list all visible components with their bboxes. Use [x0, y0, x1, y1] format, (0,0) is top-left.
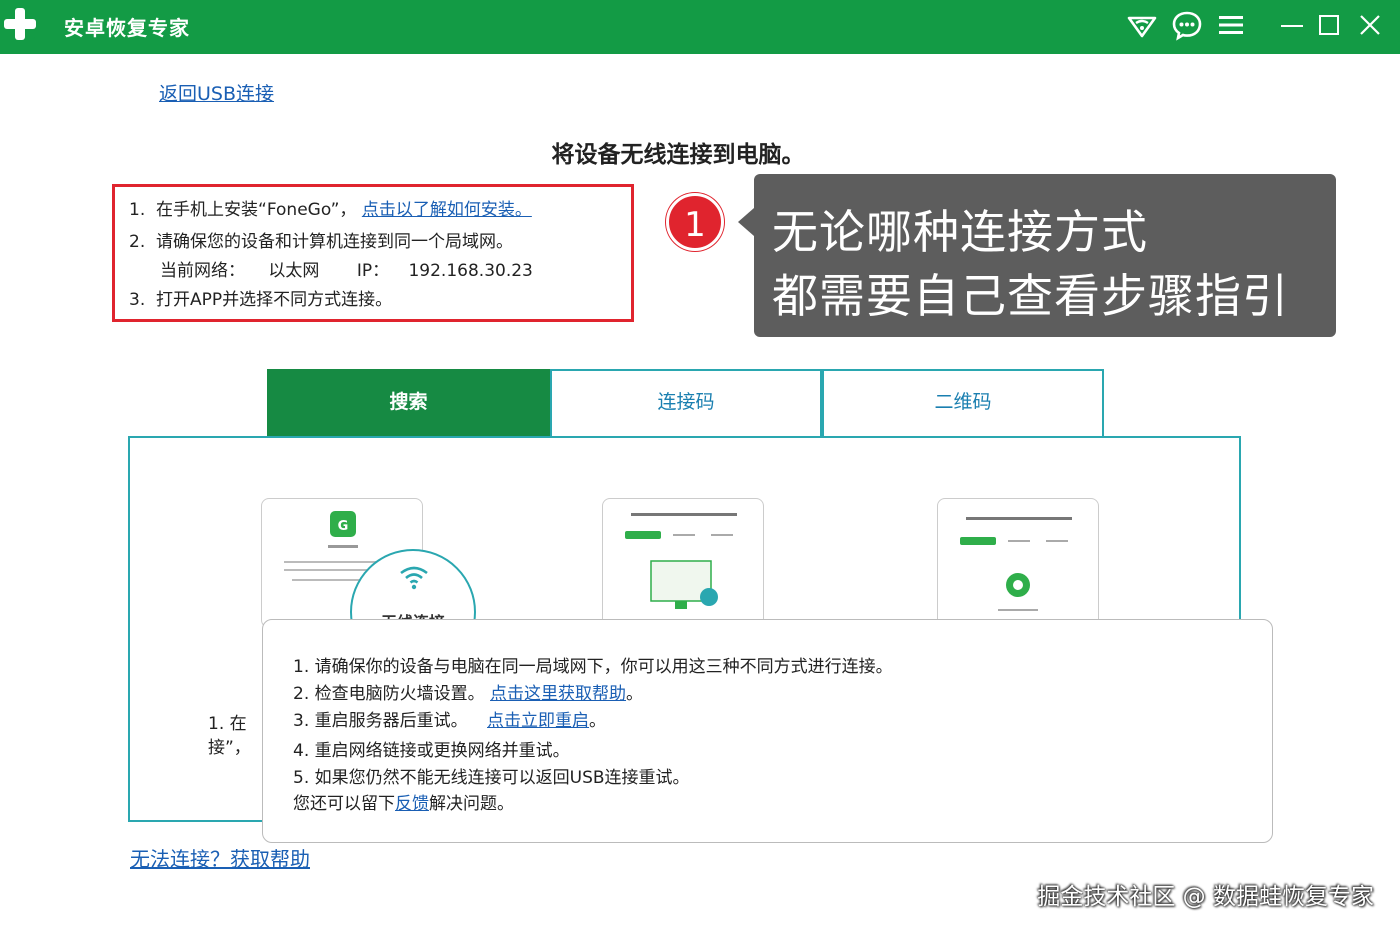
troubleshoot-panel: 1. 请确保你的设备与电脑在同一局域网下，你可以用这三种不同方式进行连接。 2.… [262, 619, 1273, 843]
callout-line-1: 无论哪种连接方式 [772, 205, 1148, 259]
wifi-icon [400, 566, 428, 590]
menu-icon[interactable] [1215, 9, 1247, 41]
ip-label: IP： [356, 261, 390, 281]
chat-icon[interactable] [1171, 9, 1203, 41]
step-text: 请确保您的设备和计算机连接到同一个局域网。 [156, 232, 514, 252]
partial-step-text: 1. 在 [208, 714, 247, 734]
troubleshoot-text: 解决问题。 [429, 794, 514, 814]
monitor-illustration-icon [625, 513, 737, 609]
step-3: 3. 打开APP并选择不同方式连接。 [129, 285, 392, 310]
connection-code-preview-card [602, 498, 764, 628]
troubleshoot-line-6: 您还可以留下反馈解决问题。 [293, 789, 514, 814]
wifi-share-icon[interactable] [1126, 9, 1158, 41]
feedback-link[interactable]: 反馈 [395, 794, 429, 814]
troubleshoot-line-4: 4. 重启网络链接或更换网络并重试。 [293, 741, 570, 761]
page-title: 将设备无线连接到电脑。 [551, 142, 805, 168]
tab-connection-code[interactable]: 连接码 [550, 369, 822, 437]
troubleshoot-line-2: 2. 检查电脑防火墙设置。 点击这里获取帮助。 [293, 679, 643, 704]
network-info: 当前网络： 以太网 IP： 192.168.30.23 [160, 256, 533, 281]
callout-line-2: 都需要自己查看步骤指引 [772, 269, 1289, 323]
title-bar: 安卓恢复专家 [0, 0, 1400, 54]
back-to-usb-link[interactable]: 返回USB连接 [159, 79, 274, 106]
maximize-icon[interactable] [1313, 9, 1345, 41]
firewall-help-link[interactable]: 点击这里获取帮助 [490, 684, 626, 704]
tab-qr-code[interactable]: 二维码 [822, 369, 1104, 437]
troubleshoot-line-3: 3. 重启服务器后重试。 点击立即重启。 [293, 706, 606, 731]
partial-step-text: 接”， [208, 738, 251, 758]
troubleshoot-text: 。 [589, 711, 607, 731]
step-badge: 1 [666, 193, 724, 251]
close-icon[interactable] [1354, 9, 1386, 41]
step-text: 打开APP并选择不同方式连接。 [156, 290, 393, 310]
tab-search[interactable]: 搜索 [267, 369, 550, 437]
network-label: 当前网络： [160, 261, 245, 281]
step-number: 1. [129, 200, 146, 220]
app-title: 安卓恢复专家 [64, 16, 190, 40]
step-number: 3. [129, 290, 146, 310]
step-1: 1. 在手机上安装“FoneGo”， 点击以了解如何安装。 [129, 195, 532, 220]
ip-value: 192.168.30.23 [408, 261, 533, 281]
step-number: 2. [129, 232, 146, 252]
troubleshoot-text: 您还可以留下 [293, 794, 395, 814]
troubleshoot-line-1: 1. 请确保你的设备与电脑在同一局域网下，你可以用这三种不同方式进行连接。 [293, 657, 893, 677]
troubleshoot-text: 3. 重启服务器后重试。 [293, 711, 468, 731]
qr-code-preview-card [937, 498, 1099, 628]
plus-logo-icon [4, 8, 36, 40]
troubleshoot-text: 2. 检查电脑防火墙设置。 [293, 684, 485, 704]
annotation-callout: 无论哪种连接方式 都需要自己查看步骤指引 [738, 174, 1336, 337]
steps-highlight-box: 1. 在手机上安装“FoneGo”， 点击以了解如何安装。 2. 请确保您的设备… [112, 184, 634, 322]
connection-help-link[interactable]: 无法连接？获取帮助 [130, 843, 310, 872]
minimize-icon[interactable] [1276, 9, 1308, 41]
install-guide-link[interactable]: 点击以了解如何安装。 [362, 200, 532, 220]
step-text: 在手机上安装“FoneGo”， [156, 200, 357, 220]
svg-text:G: G [338, 519, 349, 534]
signal-illustration-icon [960, 517, 1072, 611]
restart-now-link[interactable]: 点击立即重启 [487, 711, 589, 731]
step-2: 2. 请确保您的设备和计算机连接到同一个局域网。 [129, 227, 513, 252]
troubleshoot-text: 。 [626, 684, 644, 704]
watermark: 掘金技术社区 @ 数据蛙恢复专家 [1037, 884, 1374, 910]
network-value: 以太网 [268, 261, 320, 281]
troubleshoot-line-5: 5. 如果您仍然不能无线连接可以返回USB连接重试。 [293, 768, 690, 788]
